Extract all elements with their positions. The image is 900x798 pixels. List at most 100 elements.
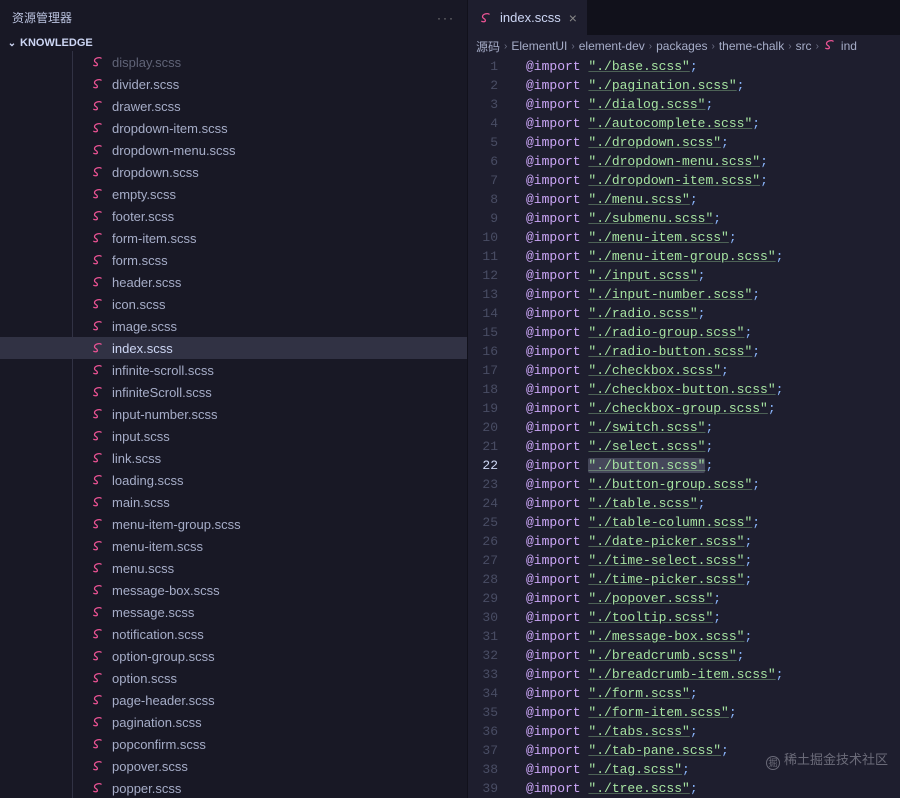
close-icon[interactable]: × xyxy=(569,10,577,26)
file-row[interactable]: input.scss xyxy=(0,425,467,447)
file-row[interactable]: divider.scss xyxy=(0,73,467,95)
file-row[interactable]: menu.scss xyxy=(0,557,467,579)
file-row[interactable]: popper.scss xyxy=(0,777,467,798)
file-tree[interactable]: display.scssdivider.scssdrawer.scssdropd… xyxy=(0,51,467,798)
breadcrumb-item[interactable]: ind xyxy=(841,39,857,53)
breadcrumb-item[interactable]: element-dev xyxy=(579,39,645,53)
file-row[interactable]: option-group.scss xyxy=(0,645,467,667)
file-row[interactable]: header.scss xyxy=(0,271,467,293)
code-line[interactable]: @import "./button-group.scss"; xyxy=(526,475,900,494)
file-row[interactable]: menu-item-group.scss xyxy=(0,513,467,535)
code-line[interactable]: @import "./dialog.scss"; xyxy=(526,95,900,114)
file-row[interactable]: form-item.scss xyxy=(0,227,467,249)
code-line[interactable]: @import "./breadcrumb.scss"; xyxy=(526,646,900,665)
breadcrumb-item[interactable]: ElementUI xyxy=(511,39,567,53)
file-row[interactable]: popover.scss xyxy=(0,755,467,777)
code-line[interactable]: @import "./checkbox-button.scss"; xyxy=(526,380,900,399)
breadcrumb[interactable]: 源码›ElementUI›element-dev›packages›theme-… xyxy=(468,35,900,57)
code-line[interactable]: @import "./form.scss"; xyxy=(526,684,900,703)
code-line[interactable]: @import "./date-picker.scss"; xyxy=(526,532,900,551)
file-row[interactable]: dropdown.scss xyxy=(0,161,467,183)
code-line[interactable]: @import "./menu-item-group.scss"; xyxy=(526,247,900,266)
file-label: loading.scss xyxy=(112,473,184,488)
file-row[interactable]: footer.scss xyxy=(0,205,467,227)
code-line[interactable]: @import "./input-number.scss"; xyxy=(526,285,900,304)
file-row[interactable]: page-header.scss xyxy=(0,689,467,711)
breadcrumb-item[interactable]: theme-chalk xyxy=(719,39,784,53)
code-line[interactable]: @import "./checkbox-group.scss"; xyxy=(526,399,900,418)
section-header[interactable]: ⌄ KNOWLEDGE xyxy=(0,35,467,51)
tab-index-scss[interactable]: index.scss × xyxy=(468,0,588,35)
file-label: popper.scss xyxy=(112,781,181,796)
code-line[interactable]: @import "./tooltip.scss"; xyxy=(526,608,900,627)
file-row[interactable]: empty.scss xyxy=(0,183,467,205)
code-line[interactable]: @import "./submenu.scss"; xyxy=(526,209,900,228)
code-line[interactable]: @import "./radio-group.scss"; xyxy=(526,323,900,342)
code-line[interactable]: @import "./tag.scss"; xyxy=(526,760,900,779)
file-row[interactable]: option.scss xyxy=(0,667,467,689)
file-row[interactable]: notification.scss xyxy=(0,623,467,645)
file-row[interactable]: image.scss xyxy=(0,315,467,337)
file-row[interactable]: pagination.scss xyxy=(0,711,467,733)
code-area[interactable]: 1234567891011121314151617181920212223242… xyxy=(468,57,900,798)
code-line[interactable]: @import "./dropdown-menu.scss"; xyxy=(526,152,900,171)
code-line[interactable]: @import "./autocomplete.scss"; xyxy=(526,114,900,133)
code-line[interactable]: @import "./dropdown.scss"; xyxy=(526,133,900,152)
code-content[interactable]: @import "./base.scss";@import "./paginat… xyxy=(514,57,900,798)
file-row[interactable]: dropdown-item.scss xyxy=(0,117,467,139)
scss-file-icon xyxy=(90,384,106,400)
code-line[interactable]: @import "./radio.scss"; xyxy=(526,304,900,323)
code-line[interactable]: @import "./switch.scss"; xyxy=(526,418,900,437)
file-row[interactable]: icon.scss xyxy=(0,293,467,315)
code-line[interactable]: @import "./input.scss"; xyxy=(526,266,900,285)
breadcrumb-item[interactable]: src xyxy=(796,39,812,53)
code-line[interactable]: @import "./message-box.scss"; xyxy=(526,627,900,646)
file-row[interactable]: infinite-scroll.scss xyxy=(0,359,467,381)
line-number: 37 xyxy=(468,741,498,760)
code-line[interactable]: @import "./tabs.scss"; xyxy=(526,722,900,741)
scss-file-icon xyxy=(90,208,106,224)
code-line[interactable]: @import "./menu-item.scss"; xyxy=(526,228,900,247)
code-line[interactable]: @import "./tab-pane.scss"; xyxy=(526,741,900,760)
code-line[interactable]: @import "./table-column.scss"; xyxy=(526,513,900,532)
code-line[interactable]: @import "./tree.scss"; xyxy=(526,779,900,798)
code-line[interactable]: @import "./button.scss"; xyxy=(526,456,900,475)
code-line[interactable]: @import "./breadcrumb-item.scss"; xyxy=(526,665,900,684)
file-row[interactable]: input-number.scss xyxy=(0,403,467,425)
file-row[interactable]: infiniteScroll.scss xyxy=(0,381,467,403)
section-label: KNOWLEDGE xyxy=(20,37,93,49)
file-row[interactable]: popconfirm.scss xyxy=(0,733,467,755)
file-label: menu-item-group.scss xyxy=(112,517,241,532)
code-line[interactable]: @import "./select.scss"; xyxy=(526,437,900,456)
code-line[interactable]: @import "./menu.scss"; xyxy=(526,190,900,209)
file-row[interactable]: message.scss xyxy=(0,601,467,623)
file-label: menu-item.scss xyxy=(112,539,203,554)
line-number: 7 xyxy=(468,171,498,190)
breadcrumb-item[interactable]: 源码 xyxy=(476,38,500,55)
file-row[interactable]: loading.scss xyxy=(0,469,467,491)
code-line[interactable]: @import "./dropdown-item.scss"; xyxy=(526,171,900,190)
scss-file-icon xyxy=(90,120,106,136)
file-row[interactable]: link.scss xyxy=(0,447,467,469)
file-row[interactable]: menu-item.scss xyxy=(0,535,467,557)
code-line[interactable]: @import "./table.scss"; xyxy=(526,494,900,513)
file-row[interactable]: drawer.scss xyxy=(0,95,467,117)
code-line[interactable]: @import "./form-item.scss"; xyxy=(526,703,900,722)
line-number: 3 xyxy=(468,95,498,114)
code-line[interactable]: @import "./time-picker.scss"; xyxy=(526,570,900,589)
file-row[interactable]: dropdown-menu.scss xyxy=(0,139,467,161)
code-line[interactable]: @import "./time-select.scss"; xyxy=(526,551,900,570)
code-line[interactable]: @import "./radio-button.scss"; xyxy=(526,342,900,361)
code-line[interactable]: @import "./pagination.scss"; xyxy=(526,76,900,95)
more-icon[interactable]: ··· xyxy=(437,11,455,25)
code-line[interactable]: @import "./popover.scss"; xyxy=(526,589,900,608)
file-row[interactable]: form.scss xyxy=(0,249,467,271)
code-line[interactable]: @import "./base.scss"; xyxy=(526,57,900,76)
file-row[interactable]: message-box.scss xyxy=(0,579,467,601)
file-row[interactable]: main.scss xyxy=(0,491,467,513)
file-row[interactable]: index.scss xyxy=(0,337,467,359)
breadcrumb-item[interactable]: packages xyxy=(656,39,707,53)
scss-file-icon xyxy=(90,538,106,554)
file-row[interactable]: display.scss xyxy=(0,51,467,73)
code-line[interactable]: @import "./checkbox.scss"; xyxy=(526,361,900,380)
